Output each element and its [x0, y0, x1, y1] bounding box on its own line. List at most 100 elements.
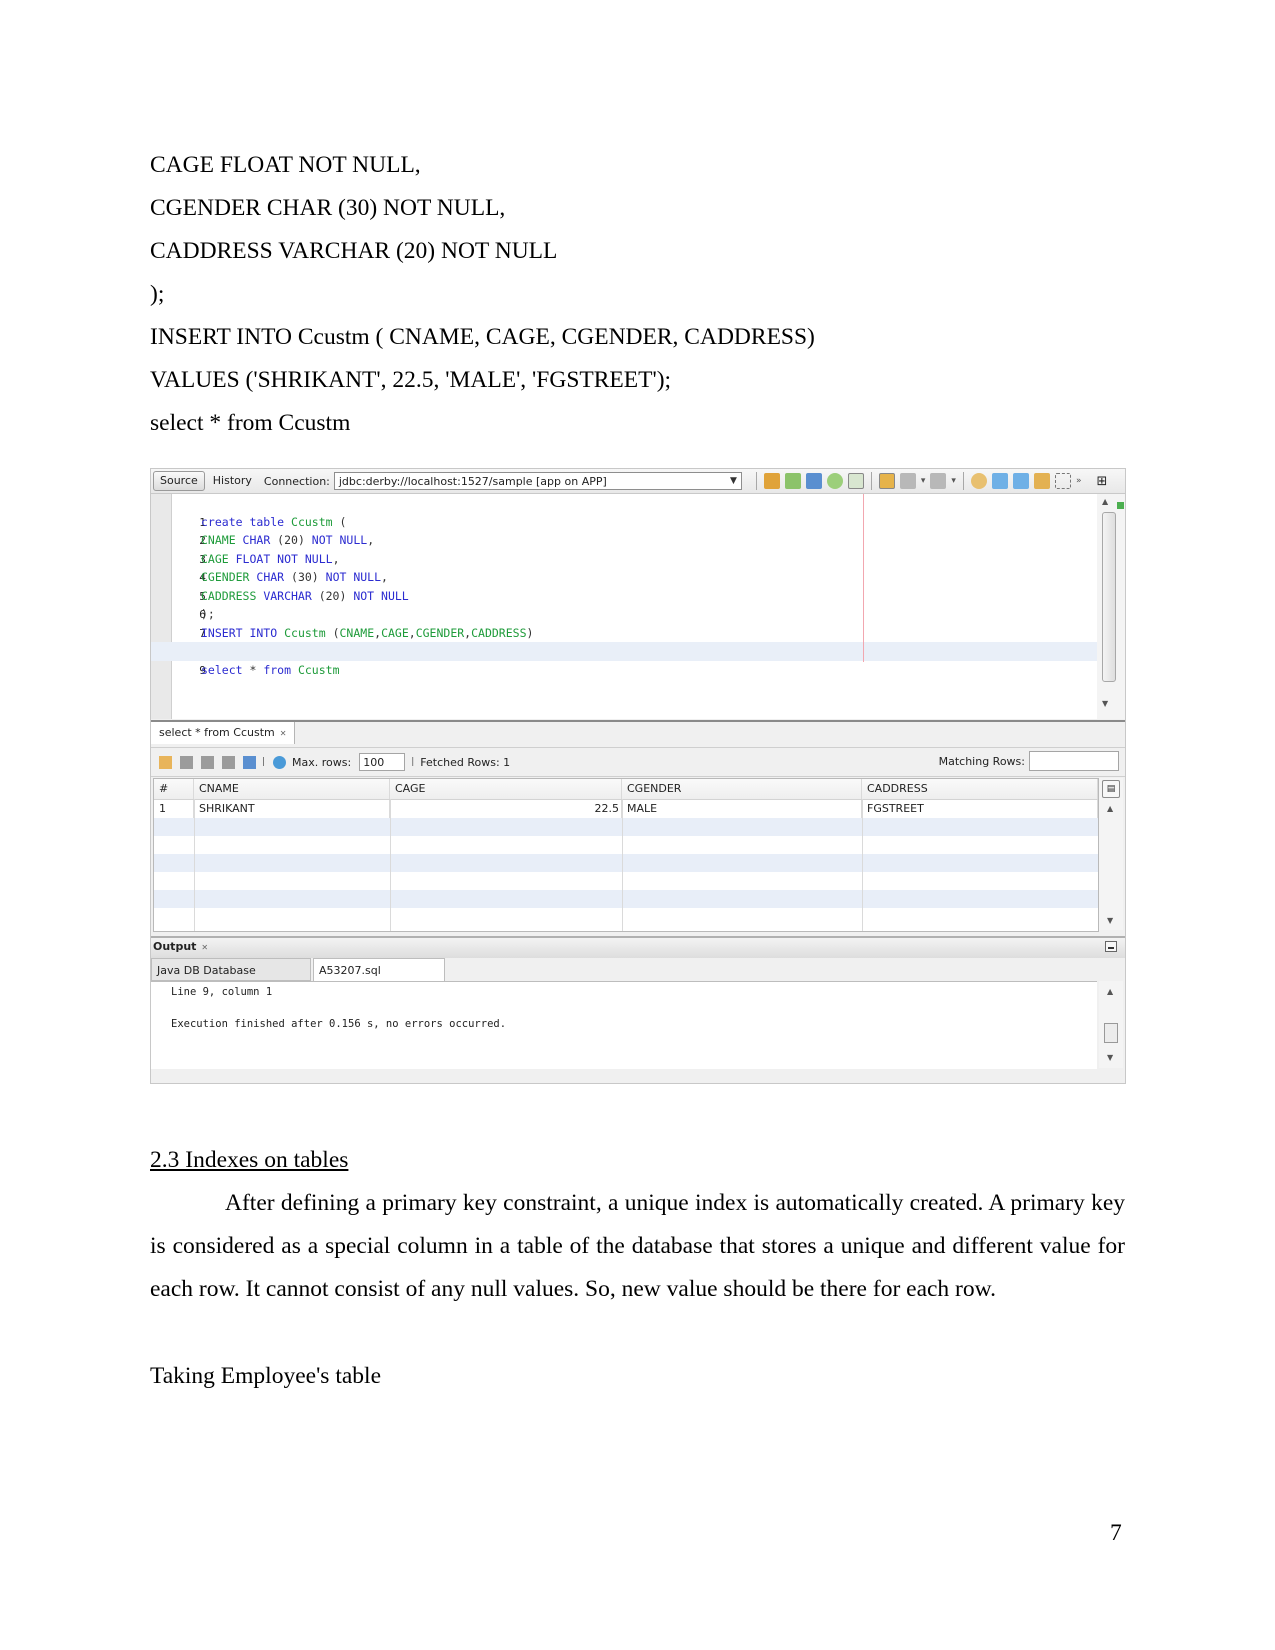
sql-text-line: INSERT INTO Ccustm ( CNAME, CAGE, CGENDE…: [150, 324, 815, 350]
cell-row-number: 1: [154, 800, 194, 818]
column-header[interactable]: CNAME: [194, 779, 390, 799]
sql-text-line: select * from Ccustm: [150, 410, 351, 436]
scroll-up-icon[interactable]: ▲: [1107, 987, 1113, 996]
select-connection-icon[interactable]: [805, 473, 822, 489]
code-line-current: 9 select * from Ccustm: [151, 642, 1097, 677]
minimize-icon[interactable]: [1105, 941, 1117, 952]
back-icon[interactable]: [899, 473, 916, 489]
results-grid[interactable]: # CNAME CAGE CGENDER CADDRESS 1 SHRIKANT…: [153, 778, 1099, 932]
close-icon[interactable]: ✕: [280, 729, 287, 738]
column-header[interactable]: CADDRESS: [862, 779, 1098, 799]
editor-scrollbar[interactable]: ▲ ▼: [1097, 494, 1125, 719]
sql-editor[interactable]: 1 create table Ccustm ( 2 CNAME CHAR (20) …: [151, 494, 1097, 719]
column-header[interactable]: CAGE: [390, 779, 622, 799]
scroll-thumb[interactable]: [1102, 512, 1116, 682]
output-tabs: Java DB Database Process✕ A53207.sql exe…: [151, 958, 1125, 1000]
status-ok-icon: [1117, 502, 1124, 509]
editor-toolbar: Source History Connection: jdbc:derby://…: [151, 469, 1125, 494]
body-line: Taking Employee's table: [150, 1363, 381, 1389]
toolbar-separator: [870, 472, 872, 490]
toolbar-separator: |: [411, 757, 415, 767]
new-window-icon[interactable]: [847, 473, 864, 489]
scroll-up-icon[interactable]: ▲: [1107, 804, 1113, 813]
forward-icon[interactable]: [930, 473, 947, 489]
cell-cname[interactable]: SHRIKANT: [194, 800, 390, 818]
find-previous-icon[interactable]: [991, 473, 1008, 489]
scroll-thumb[interactable]: [1104, 1023, 1118, 1043]
connection-value: jdbc:derby://localhost:1527/sample [app …: [338, 474, 607, 488]
column-header[interactable]: #: [154, 779, 194, 799]
source-tab[interactable]: Source: [153, 471, 205, 491]
empty-row: [154, 890, 1098, 908]
truncate-table-icon[interactable]: [243, 755, 256, 769]
grid-header: # CNAME CAGE CGENDER CADDRESS: [154, 779, 1098, 800]
output-tab-sql-execution[interactable]: A53207.sql execution✕: [313, 958, 445, 1000]
maximize-icon[interactable]: ⊞: [1096, 474, 1107, 489]
output-console[interactable]: Line 9, column 1 Execution finished afte…: [151, 981, 1097, 1069]
column-chooser-icon[interactable]: ▤: [1102, 780, 1120, 798]
find-icon[interactable]: [970, 473, 987, 489]
body-paragraph: After defining a primary key constraint,…: [150, 1190, 1125, 1302]
cell-caddress[interactable]: FGSTREET: [862, 800, 1098, 818]
last-edit-icon[interactable]: [878, 473, 895, 489]
output-panel-header: Output ✕: [151, 936, 1125, 958]
empty-row: [154, 872, 1098, 890]
selection-icon[interactable]: [1054, 473, 1071, 489]
code-line: 3 CAGE FLOAT NOT NULL,: [199, 551, 340, 566]
commit-icon[interactable]: [201, 755, 214, 769]
table-row[interactable]: 1 SHRIKANT 22.5 MALE FGSTREET: [154, 800, 1098, 818]
history-tab[interactable]: History: [207, 472, 258, 490]
sql-text-line: VALUES ('SHRIKANT', 22.5, 'MALE', 'FGSTR…: [150, 367, 672, 393]
chevron-down-icon: ▼: [729, 476, 737, 486]
output-title: Output ✕: [153, 940, 209, 953]
toolbar-separator: [755, 472, 757, 490]
connection-select[interactable]: jdbc:derby://localhost:1527/sample [app …: [333, 472, 742, 490]
find-next-icon[interactable]: [1012, 473, 1029, 489]
code-line: 2 CNAME CHAR (20) NOT NULL,: [199, 533, 375, 547]
toolbar-separator: [962, 472, 964, 490]
results-toolbar: | Max. rows: 100 | Fetched Rows: 1 Match…: [151, 747, 1125, 777]
sql-text-line: CAGE FLOAT NOT NULL,: [150, 152, 421, 178]
ide-screenshot: Source History Connection: jdbc:derby://…: [150, 468, 1126, 1084]
scroll-down-icon[interactable]: ▼: [1102, 699, 1108, 708]
fetched-rows-label: Fetched Rows: 1: [420, 755, 511, 769]
connection-label: Connection:: [263, 474, 330, 488]
refresh-icon[interactable]: [273, 755, 287, 769]
sql-text-line: CGENDER CHAR (30) NOT NULL,: [150, 195, 506, 221]
chevron-down-icon[interactable]: ▾: [951, 476, 956, 486]
run-statement-icon[interactable]: [784, 473, 801, 489]
max-rows-input[interactable]: 100: [359, 753, 406, 771]
code-line: 5 CADDRESS VARCHAR (20) NOT NULL: [199, 588, 409, 603]
toggle-highlight-icon[interactable]: [1033, 473, 1050, 489]
scroll-up-icon[interactable]: ▲: [1102, 497, 1108, 506]
sql-history-icon[interactable]: [826, 473, 843, 489]
sql-text-line: CADDRESS VARCHAR (20) NOT NULL: [150, 238, 558, 264]
results-tab-label: select * from Ccustm: [159, 726, 275, 739]
column-header[interactable]: CGENDER: [622, 779, 862, 799]
close-icon[interactable]: ✕: [201, 943, 208, 952]
more-icon[interactable]: »: [1076, 476, 1082, 486]
scroll-down-icon[interactable]: ▼: [1107, 1053, 1113, 1062]
right-margin-line: [863, 494, 864, 662]
cell-cage[interactable]: 22.5: [390, 800, 622, 818]
cell-cgender[interactable]: MALE: [622, 800, 862, 818]
output-tab-db-process[interactable]: Java DB Database Process✕: [151, 958, 311, 1000]
chevron-down-icon[interactable]: ▾: [921, 476, 926, 486]
output-scrollbar[interactable]: ▲ ▼: [1099, 981, 1123, 1068]
matching-rows-input[interactable]: [1029, 751, 1119, 771]
results-tab[interactable]: select * from Ccustm ✕: [151, 722, 296, 744]
code-line: 1 create table Ccustm (: [199, 514, 347, 529]
page-number: 7: [1110, 1520, 1122, 1546]
sql-text-line: );: [150, 281, 165, 307]
grid-scrollbar[interactable]: ▤ ▲ ▼: [1099, 778, 1123, 930]
cancel-edits-icon[interactable]: [222, 755, 235, 769]
insert-record-icon[interactable]: [159, 755, 172, 769]
output-line: Execution finished after 0.156 s, no err…: [171, 1018, 507, 1030]
code-line: 7 INSERT INTO Ccustm (CNAME,CAGE,CGENDER,…: [199, 625, 534, 640]
results-tabbar: select * from Ccustm ✕: [151, 720, 1125, 746]
run-sql-icon[interactable]: [763, 473, 780, 489]
delete-record-icon[interactable]: [180, 755, 193, 769]
code-line: 8VALUES ('SHRIKANT',22.5, 'MALE','FGSTRE…: [151, 624, 1097, 658]
section-heading: 2.3 Indexes on tables: [150, 1147, 349, 1173]
scroll-down-icon[interactable]: ▼: [1107, 916, 1113, 925]
